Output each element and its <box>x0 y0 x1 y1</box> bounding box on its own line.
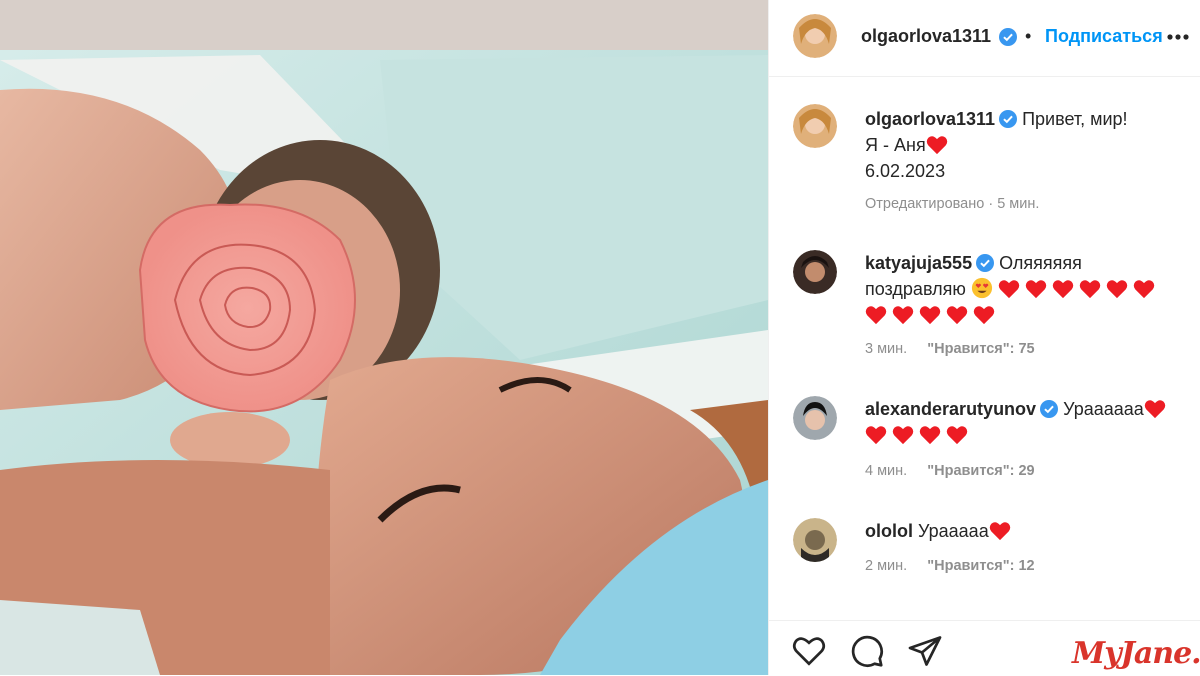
heart-icon <box>998 280 1020 299</box>
caption-line: Привет, мир! <box>1022 109 1128 129</box>
heart-icon <box>892 306 914 325</box>
commenter-avatar[interactable] <box>793 396 837 440</box>
commenter-username[interactable]: ololol <box>865 521 913 541</box>
comment-text: Оляяяяяя <box>999 253 1082 273</box>
post-photo[interactable] <box>0 0 768 675</box>
comment-time: 4 мин. <box>865 463 908 479</box>
comment-likes[interactable]: "Нравится": 75 <box>927 341 1034 357</box>
watermark: MyJane.ru <box>1072 636 1200 671</box>
rose-sticker <box>138 203 356 413</box>
heart-icon <box>946 306 968 325</box>
share-send-icon[interactable] <box>907 633 943 669</box>
heart-icon <box>926 136 947 155</box>
caption-avatar[interactable] <box>793 104 837 148</box>
heart-icon <box>865 426 887 445</box>
commenter-username[interactable]: alexanderarutyunov <box>865 399 1036 419</box>
post-header: olgaorlova1311 • Подписаться <box>769 0 1200 77</box>
heart-icon <box>1106 280 1128 299</box>
commenter-avatar[interactable] <box>793 250 837 294</box>
comment-text: Ураааааа <box>1063 399 1144 419</box>
edited-timestamp: Отредактировано · 5 мин. <box>865 196 1040 212</box>
caption-line: 6.02.2023 <box>865 161 946 181</box>
caption-line: Я - Аня <box>865 135 926 155</box>
author-username[interactable]: olgaorlova1311 <box>861 26 991 47</box>
comment-likes[interactable]: "Нравится": 29 <box>927 463 1034 479</box>
follow-button[interactable]: Подписаться <box>1045 26 1163 47</box>
comment-text: Урааааа <box>918 521 989 541</box>
verified-icon <box>999 110 1018 128</box>
heart-icon <box>1144 400 1166 419</box>
caption-username[interactable]: olgaorlova1311 <box>865 109 995 129</box>
verified-icon <box>999 28 1017 46</box>
more-icon[interactable] <box>1167 33 1189 41</box>
comment-likes[interactable]: "Нравится": 12 <box>927 558 1034 574</box>
heart-icon <box>919 426 941 445</box>
heart-icon <box>919 306 941 325</box>
like-heart-icon[interactable] <box>791 633 827 669</box>
heart-icon <box>1052 280 1074 299</box>
heart-icon <box>1133 280 1155 299</box>
header-dot: • <box>1025 26 1032 46</box>
verified-icon <box>1040 400 1059 418</box>
heart-icon <box>989 522 1010 541</box>
heart-icon <box>973 306 995 325</box>
heart-icon <box>946 426 968 445</box>
comment-time: 2 мин. <box>865 558 908 574</box>
comments-panel: olgaorlova1311 • Подписаться olgaorlova1… <box>768 0 1200 675</box>
heart-icon <box>1025 280 1047 299</box>
heart-eyes-emoji-icon <box>971 277 992 299</box>
heart-icon <box>892 426 914 445</box>
comment-text: поздравляю <box>865 279 966 299</box>
verified-icon <box>976 254 995 272</box>
heart-icon <box>1079 280 1101 299</box>
author-avatar[interactable] <box>793 14 837 58</box>
heart-icon <box>865 306 887 325</box>
photo-illustration <box>0 0 768 675</box>
comment-icon[interactable] <box>849 633 885 669</box>
comment-time: 3 мин. <box>865 341 908 357</box>
commenter-username[interactable]: katyajuja555 <box>865 253 972 273</box>
commenter-avatar[interactable] <box>793 518 837 562</box>
